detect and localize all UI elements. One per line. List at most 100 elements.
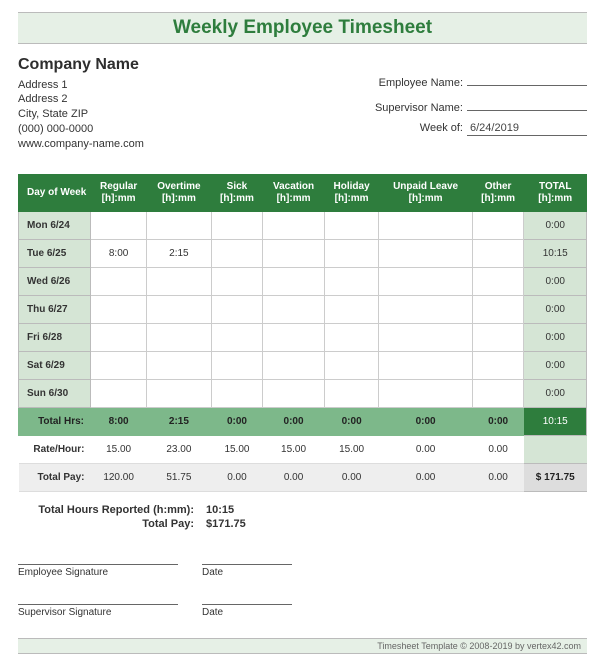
summary-hours-label: Total Hours Reported (h:mm): [26,504,206,516]
cell-unpaid[interactable] [379,211,472,239]
cell-vacation[interactable] [263,323,324,351]
supervisor-signature-date[interactable]: Date [202,604,292,618]
cell-unpaid[interactable] [379,267,472,295]
cell-sick[interactable] [211,379,263,407]
cell-overtime[interactable] [147,211,211,239]
cell-overtime[interactable] [147,295,211,323]
cell-holiday[interactable] [324,267,379,295]
rate-holiday[interactable]: 15.00 [324,435,379,463]
cell-overtime[interactable] [147,351,211,379]
cell-overtime[interactable] [147,267,211,295]
cell-other[interactable] [472,323,524,351]
col-overtime: Overtime[h]:mm [147,174,211,211]
cell-overtime[interactable]: 2:15 [147,239,211,267]
cell-unpaid[interactable] [379,295,472,323]
cell-sick[interactable] [211,351,263,379]
cell-regular[interactable] [91,295,147,323]
rate-total [524,435,587,463]
timesheet-table: Day of Week Regular[h]:mm Overtime[h]:mm… [18,174,587,492]
company-citystate: City, State ZIP [18,107,144,122]
summary-block: Total Hours Reported (h:mm): 10:15 Total… [26,504,587,530]
pay-other: 0.00 [472,463,524,491]
cell-regular[interactable]: 8:00 [91,239,147,267]
row-rate: Rate/Hour: 15.00 23.00 15.00 15.00 15.00… [19,435,587,463]
cell-unpaid[interactable] [379,323,472,351]
rate-vacation[interactable]: 15.00 [263,435,324,463]
cell-total: 0:00 [524,211,587,239]
cell-other[interactable] [472,211,524,239]
cell-total: 0:00 [524,295,587,323]
cell-other[interactable] [472,295,524,323]
pay-overtime: 51.75 [147,463,211,491]
cell-other[interactable] [472,379,524,407]
pay-regular: 120.00 [91,463,147,491]
meta-block: Employee Name: Supervisor Name: Week of:… [375,72,587,152]
cell-vacation[interactable] [263,211,324,239]
company-name: Company Name [18,54,144,76]
rate-unpaid[interactable]: 0.00 [379,435,472,463]
totalhrs-sick: 0:00 [211,407,263,435]
pay-vacation: 0.00 [263,463,324,491]
supervisor-signature-line[interactable]: Supervisor Signature [18,604,178,618]
weekof-label: Week of: [420,122,463,134]
employee-signature-line[interactable]: Employee Signature [18,564,178,578]
cell-regular[interactable] [91,267,147,295]
supervisor-name-field[interactable] [467,97,587,111]
cell-other[interactable] [472,239,524,267]
col-total: TOTAL[h]:mm [524,174,587,211]
cell-vacation[interactable] [263,295,324,323]
signatures-block: Employee Signature Date Supervisor Signa… [18,564,587,618]
totalhrs-regular: 8:00 [91,407,147,435]
pay-total: $ 171.75 [524,463,587,491]
cell-total: 10:15 [524,239,587,267]
table-row: Sat 6/290:00 [19,351,587,379]
rate-other[interactable]: 0.00 [472,435,524,463]
table-row: Tue 6/258:002:1510:15 [19,239,587,267]
cell-vacation[interactable] [263,239,324,267]
cell-unpaid[interactable] [379,379,472,407]
rate-overtime[interactable]: 23.00 [147,435,211,463]
cell-sick[interactable] [211,211,263,239]
cell-holiday[interactable] [324,295,379,323]
cell-regular[interactable] [91,211,147,239]
day-label: Wed 6/26 [19,267,91,295]
cell-overtime[interactable] [147,379,211,407]
title-bar: Weekly Employee Timesheet [18,12,587,44]
cell-overtime[interactable] [147,323,211,351]
cell-total: 0:00 [524,267,587,295]
employee-name-label: Employee Name: [379,77,463,89]
cell-vacation[interactable] [263,267,324,295]
cell-regular[interactable] [91,323,147,351]
col-unpaid: Unpaid Leave[h]:mm [379,174,472,211]
cell-holiday[interactable] [324,323,379,351]
rate-sick[interactable]: 15.00 [211,435,263,463]
weekof-field[interactable]: 6/24/2019 [467,122,587,136]
supervisor-name-label: Supervisor Name: [375,102,463,114]
cell-holiday[interactable] [324,211,379,239]
rate-regular[interactable]: 15.00 [91,435,147,463]
cell-sick[interactable] [211,239,263,267]
cell-holiday[interactable] [324,239,379,267]
col-holiday: Holiday[h]:mm [324,174,379,211]
cell-regular[interactable] [91,379,147,407]
cell-holiday[interactable] [324,379,379,407]
cell-sick[interactable] [211,295,263,323]
cell-sick[interactable] [211,323,263,351]
cell-vacation[interactable] [263,379,324,407]
cell-other[interactable] [472,351,524,379]
pay-holiday: 0.00 [324,463,379,491]
employee-signature-date[interactable]: Date [202,564,292,578]
employee-name-field[interactable] [467,72,587,86]
cell-other[interactable] [472,267,524,295]
cell-unpaid[interactable] [379,351,472,379]
cell-holiday[interactable] [324,351,379,379]
totalhrs-overtime: 2:15 [147,407,211,435]
cell-unpaid[interactable] [379,239,472,267]
cell-sick[interactable] [211,267,263,295]
pay-sick: 0.00 [211,463,263,491]
col-vacation: Vacation[h]:mm [263,174,324,211]
cell-regular[interactable] [91,351,147,379]
cell-vacation[interactable] [263,351,324,379]
col-day: Day of Week [19,174,91,211]
totalhrs-label: Total Hrs: [19,407,91,435]
